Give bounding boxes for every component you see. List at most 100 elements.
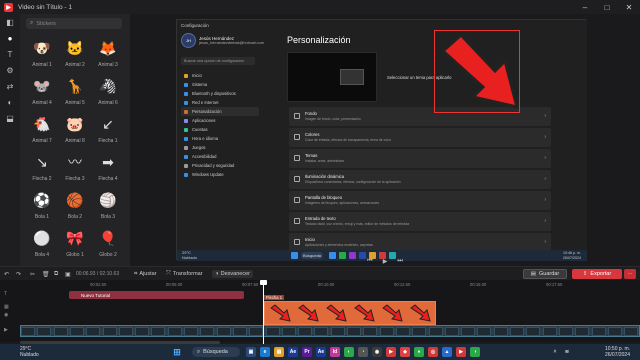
close-button[interactable]: ✕ (618, 0, 640, 14)
sticker-item[interactable]: 🐭 Animal 4 (26, 72, 58, 110)
row-icon (294, 113, 300, 119)
undo-icon[interactable]: ↶ (4, 270, 9, 278)
app-icon[interactable]: ◑ (470, 347, 480, 357)
sticker-item[interactable]: 🐷 Animal 8 (59, 110, 91, 148)
fade-button[interactable]: ◑ Desvanecer (212, 270, 253, 278)
video-frame-thumbnail (232, 327, 247, 336)
sticker-item[interactable]: ➡ Flecha 4 (92, 148, 124, 186)
app-icon[interactable]: ◐ (344, 347, 354, 357)
sticker-thumbnail: ↘ (36, 153, 48, 170)
sticker-item[interactable]: 🏐 Bola 3 (92, 186, 124, 224)
sticker-label: Bola 3 (100, 214, 116, 220)
sticker-label: Flecha 1 (98, 138, 118, 144)
copy-icon[interactable]: ⧉ (54, 270, 58, 278)
settings-nav-item: Bluetooth y dispositivos (181, 89, 259, 98)
taskbar-clock[interactable]: 10:50 p. m. 26/07/2024 (605, 346, 630, 358)
transform-button[interactable]: ⤧ Transformar (166, 270, 203, 278)
layers-icon[interactable]: ⬓ (0, 110, 20, 126)
premiere-icon[interactable]: Pr (302, 347, 312, 357)
video-frame-thumbnail (265, 327, 280, 336)
app-icon[interactable]: ● (414, 347, 424, 357)
transitions-icon[interactable]: ⇄ (0, 78, 20, 94)
after-effects-icon[interactable]: Ae (288, 347, 298, 357)
minimize-button[interactable]: – (574, 0, 596, 14)
collapse-panel-icon[interactable]: ◧ (0, 14, 20, 30)
timeline-ruler[interactable]: 00:02.50 00:05.00 00:07.50 00:10.00 00:12.50… (20, 281, 640, 289)
timeline[interactable]: 00:02.50 00:05.00 00:07.50 00:10.00 00:12.50… (0, 280, 640, 342)
audition-icon[interactable]: Ae (316, 347, 326, 357)
skip-back-icon[interactable]: ⏮ (367, 258, 372, 266)
playhead[interactable] (260, 280, 267, 346)
text-clip[interactable]: Nuevo Tutorial (69, 291, 244, 299)
sticker-item[interactable]: 🐔 Animal 7 (26, 110, 58, 148)
app-icon[interactable]: ▲ (442, 347, 452, 357)
app-icon[interactable]: Id (330, 347, 340, 357)
tray-chevron-icon[interactable]: ˄ (550, 347, 560, 357)
file-explorer-icon[interactable]: ▤ (274, 347, 284, 357)
play-icon[interactable]: ▶ (383, 258, 388, 266)
save-button[interactable]: ▤ Guardar (523, 269, 567, 279)
sticker-item[interactable]: ⚪ Bola 4 (26, 224, 58, 262)
settings-nav-label: Sistema (192, 82, 208, 87)
sticker-item[interactable]: 🎈 Globo 2 (92, 224, 124, 262)
sticker-item[interactable]: 🦊 Animal 3 (92, 34, 124, 72)
windows-start-icon[interactable]: ⊞ (172, 347, 182, 357)
export-button[interactable]: ⇪ Exportar (572, 269, 622, 279)
arrow-sticker-clip[interactable]: Flecha 1 (264, 295, 436, 325)
sticker-search-input[interactable]: ⌕ Stickers (26, 18, 122, 29)
sticker-label: Animal 7 (32, 138, 52, 144)
export-options-button[interactable]: ⋯ (624, 269, 636, 279)
app-icon[interactable]: ◔ (358, 347, 368, 357)
filters-icon[interactable]: ◐ (0, 94, 20, 110)
nav-icon (184, 100, 188, 105)
playhead-handle[interactable] (260, 280, 267, 285)
delete-icon[interactable]: 🗑 (42, 270, 50, 278)
text-icon[interactable]: T (0, 46, 20, 62)
adjust-button[interactable]: ⌗ Ajustar (134, 270, 157, 278)
sticker-item[interactable]: 🦓 Animal 6 (92, 72, 124, 110)
sticker-item[interactable]: 🎀 Globo 1 (59, 224, 91, 262)
app-icon[interactable]: ▶ (386, 347, 396, 357)
save-icon: ▤ (530, 271, 536, 277)
video-frame-thumbnail (379, 327, 394, 336)
sticker-item[interactable]: 🐱 Animal 2 (59, 34, 91, 72)
taskbar-search[interactable]: ⌕ Búsqueda (192, 347, 240, 357)
sticker-item[interactable]: ⚽ Bola 1 (26, 186, 58, 224)
split-icon[interactable]: ✂ (30, 270, 35, 278)
sticker-item[interactable]: 〰 Flecha 3 (59, 148, 91, 186)
snapshot-icon[interactable]: ▣ (65, 270, 71, 278)
sticker-item[interactable]: ↘ Flecha 2 (26, 148, 58, 186)
sticker-item[interactable]: 🦒 Animal 5 (59, 72, 91, 110)
video-frame-thumbnail (53, 327, 68, 336)
task-view-icon[interactable]: ▣ (246, 347, 256, 357)
ruler-mark: 00:02.50 (90, 282, 107, 287)
edge-icon[interactable]: e (260, 347, 270, 357)
wifi-icon[interactable]: ≋ (562, 347, 572, 357)
weather-widget[interactable]: 29°C Nublado (20, 346, 39, 358)
video-preview-frame[interactable]: Configuración JH Jesús Hernández jesus_h… (176, 19, 587, 261)
maximize-button[interactable]: □ (596, 0, 618, 14)
sticker-item[interactable]: 🏀 Bola 2 (59, 186, 91, 224)
app-icon[interactable]: ◉ (372, 347, 382, 357)
settings-nav-item: Cuentas (181, 125, 259, 134)
video-editor-icon[interactable]: ▶ (456, 347, 466, 357)
ruler-mark: 00:15.00 (470, 282, 487, 287)
skip-forward-icon[interactable]: ⏭ (397, 258, 402, 266)
row-title: Temas (305, 153, 318, 158)
mute-icon[interactable]: ◉ (4, 312, 8, 318)
effects-icon[interactable]: ⚙ (0, 62, 20, 78)
settings-nav-label: Juegos (192, 145, 206, 150)
app-logo-icon: ▶ (4, 2, 13, 12)
video-clip[interactable] (20, 325, 640, 337)
chevron-right-icon: › (544, 113, 546, 119)
sticker-item[interactable]: 🐶 Animal 1 (26, 34, 58, 72)
redo-icon[interactable]: ↷ (16, 270, 21, 278)
app-icon[interactable]: ◆ (400, 347, 410, 357)
app-icon[interactable]: ◎ (428, 347, 438, 357)
sticker-item[interactable]: ↙ Flecha 1 (92, 110, 124, 148)
nav-icon (184, 109, 188, 114)
arrow-sticker-selection[interactable] (434, 30, 520, 113)
settings-nav-label: Privacidad y seguridad (192, 163, 235, 168)
chevron-right-icon: › (544, 218, 546, 224)
sticker-icon[interactable]: ● (0, 30, 20, 46)
